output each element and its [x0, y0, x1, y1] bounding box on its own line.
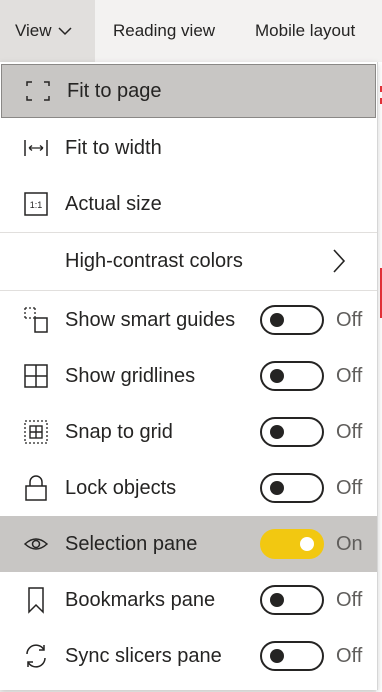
- menu-item-fit-to-width[interactable]: Fit to width: [0, 120, 377, 176]
- toggle-state-text: Off: [336, 420, 363, 443]
- fit-to-width-icon: [22, 134, 50, 162]
- toggle-state-text: Off: [336, 644, 363, 667]
- bookmark-icon: [22, 586, 50, 614]
- menu-item-fit-to-page[interactable]: Fit to page: [1, 64, 376, 118]
- menu-item-label: Lock objects: [65, 476, 177, 499]
- toggle-state-text: Off: [336, 476, 363, 499]
- menu-item-smart-guides[interactable]: Show smart guides Off: [0, 292, 377, 348]
- selection-pane-toggle[interactable]: [260, 529, 324, 559]
- menu-item-label: Show gridlines: [65, 364, 196, 387]
- svg-text:1:1: 1:1: [30, 200, 43, 210]
- menu-item-lock-objects[interactable]: Lock objects Off: [0, 460, 377, 516]
- view-ribbon: View Reading view Mobile layout: [0, 0, 382, 62]
- view-menu-button[interactable]: View: [0, 0, 95, 62]
- menu-item-gridlines[interactable]: Show gridlines Off: [0, 348, 377, 404]
- toggle-knob: [270, 593, 284, 607]
- toggle-knob: [270, 369, 284, 383]
- menu-item-sync-slicers-pane[interactable]: Sync slicers pane Off: [0, 628, 377, 684]
- menu-item-actual-size[interactable]: 1:1 Actual size: [0, 176, 377, 232]
- mobile-layout-button[interactable]: Mobile layout: [245, 0, 365, 62]
- menu-item-label: Snap to grid: [65, 420, 173, 443]
- sync-icon: [22, 642, 50, 670]
- lock-icon: [22, 474, 50, 502]
- menu-item-label: Selection pane: [65, 532, 198, 555]
- menu-item-label: Actual size: [65, 192, 162, 215]
- actual-size-icon: 1:1: [22, 190, 50, 218]
- smart-guides-toggle[interactable]: [260, 305, 324, 335]
- view-menu-label: View: [15, 21, 52, 40]
- menu-item-label: Sync slicers pane: [65, 644, 222, 667]
- reading-view-button[interactable]: Reading view: [95, 0, 245, 62]
- fit-to-page-icon: [24, 77, 52, 105]
- view-dropdown-menu: Fit to page Fit to width 1:1 Actual size…: [0, 62, 378, 690]
- smart-guides-icon: [22, 306, 50, 334]
- toggle-state-text: On: [336, 532, 363, 555]
- menu-item-label: Fit to width: [65, 136, 162, 159]
- toggle-state-text: Off: [336, 588, 363, 611]
- toggle-state-text: Off: [336, 364, 363, 387]
- menu-item-label: High-contrast colors: [65, 249, 243, 272]
- gridlines-icon: [22, 362, 50, 390]
- chevron-right-icon: [330, 248, 348, 274]
- eye-icon: [22, 530, 50, 558]
- menu-item-snap-to-grid[interactable]: Snap to grid Off: [0, 404, 377, 460]
- menu-item-label: Bookmarks pane: [65, 588, 216, 611]
- menu-item-label: Fit to page: [67, 79, 162, 102]
- menu-divider: [0, 290, 377, 291]
- chevron-down-icon: [58, 26, 72, 36]
- bookmarks-pane-toggle[interactable]: [260, 585, 324, 615]
- toggle-knob: [270, 481, 284, 495]
- toggle-knob: [270, 425, 284, 439]
- toggle-knob: [270, 313, 284, 327]
- snap-to-grid-icon: [22, 418, 50, 446]
- gridlines-toggle[interactable]: [260, 361, 324, 391]
- lock-objects-toggle[interactable]: [260, 473, 324, 503]
- menu-item-label: Show smart guides: [65, 308, 236, 331]
- sync-slicers-pane-toggle[interactable]: [260, 641, 324, 671]
- menu-item-high-contrast[interactable]: High-contrast colors: [0, 233, 377, 289]
- toggle-knob: [270, 649, 284, 663]
- menu-item-selection-pane[interactable]: Selection pane On: [0, 516, 377, 572]
- toggle-state-text: Off: [336, 308, 363, 331]
- menu-item-bookmarks-pane[interactable]: Bookmarks pane Off: [0, 572, 377, 628]
- snap-to-grid-toggle[interactable]: [260, 417, 324, 447]
- toggle-knob: [300, 537, 314, 551]
